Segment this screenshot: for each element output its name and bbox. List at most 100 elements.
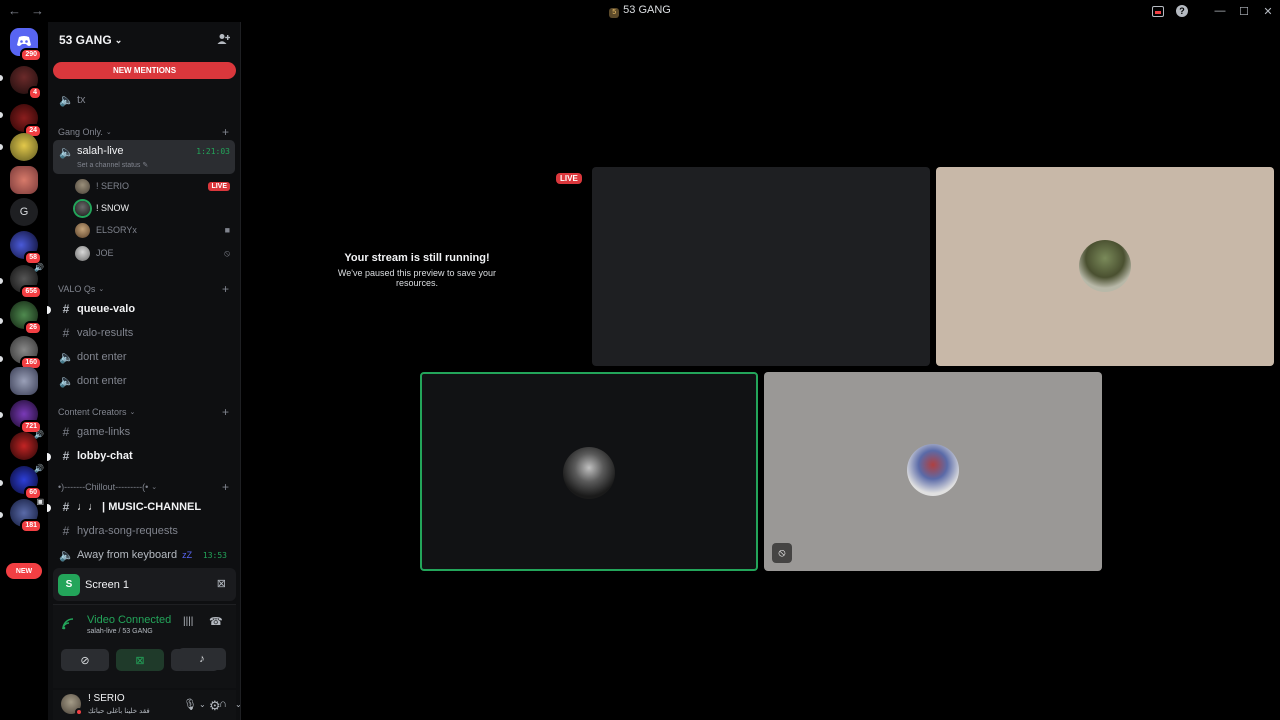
server-icon-g[interactable]: G (10, 198, 38, 226)
server-icon[interactable]: ▣ 181 (10, 497, 44, 533)
server-icon[interactable] (10, 133, 38, 161)
server-icon[interactable]: 160 (10, 336, 42, 370)
channel-status-text: Set a channel status (77, 162, 141, 169)
toggle-camera-button[interactable]: ⊘ (61, 649, 109, 671)
new-mentions-banner[interactable]: NEW MENTIONS (53, 62, 236, 79)
category-content-creators[interactable]: Content Creators ⌄ + (53, 404, 235, 420)
voice-user-joe[interactable]: JOE ⦸ (75, 243, 235, 263)
server-icon[interactable]: 721 (10, 400, 42, 434)
server-icon[interactable]: 24 (10, 104, 42, 138)
server-icon[interactable]: 58 (10, 231, 42, 265)
channel-name: hydra-song-requests (77, 525, 178, 537)
channel-name: game-links (77, 426, 131, 438)
server-icon[interactable]: 26 (10, 301, 42, 335)
video-tile-user[interactable] (936, 167, 1274, 366)
stop-streaming-icon[interactable]: ⊠ (217, 577, 226, 590)
window-title: 5 53 GANG (0, 4, 1280, 18)
video-camera-icon: ■ (224, 225, 230, 235)
title-bar: ← → 5 53 GANG ? — ☐ ✕ (0, 0, 1280, 22)
user-avatar (1079, 240, 1131, 292)
channel-status[interactable]: Set a channel status ✎ (77, 161, 148, 169)
gear-icon[interactable]: ⚙ (209, 698, 221, 714)
server-icon[interactable]: 🔊 60 (10, 464, 44, 500)
text-channel-game-links[interactable]: # game-links (53, 421, 235, 443)
close-button[interactable]: ✕ (1256, 0, 1280, 22)
voice-channel-afk[interactable]: 🔈 Away from keyboard zZ 13:53 (53, 544, 235, 566)
guild-header[interactable]: 53 GANG ⌄ (48, 22, 241, 58)
server-icon[interactable]: 🔊 656 (10, 263, 44, 299)
voice-user-snow[interactable]: ! SNOW (75, 198, 235, 218)
text-channel-music[interactable]: # ♩♩ | MUSIC-CHANNEL (47, 496, 235, 518)
voice-status[interactable]: Video Connected (87, 614, 171, 626)
invite-people-icon[interactable] (217, 33, 231, 48)
video-tile-speaking[interactable] (420, 372, 758, 571)
speaker-icon: 🔈 (59, 145, 74, 159)
add-channel-icon[interactable]: + (222, 405, 229, 419)
forward-arrow-icon[interactable]: → (31, 3, 44, 18)
history-nav: ← → (8, 3, 44, 18)
connection-signal-icon[interactable] (62, 618, 74, 633)
voice-location[interactable]: salah-live / 53 GANG (87, 628, 153, 635)
mention-badge: 290 (20, 48, 42, 62)
unread-pill (0, 75, 3, 81)
help-icon[interactable]: ? (1170, 0, 1194, 22)
video-tile-muted-user[interactable]: ⦸ (764, 372, 1102, 571)
screen-share-button[interactable]: ⊠ (116, 649, 164, 671)
back-arrow-icon[interactable]: ← (8, 3, 21, 18)
channel-name: queue-valo (77, 303, 136, 315)
text-channel-lobby-chat[interactable]: # lobby-chat (47, 445, 235, 467)
server-icon[interactable]: 🔊 (10, 430, 44, 460)
disconnect-icon[interactable]: ☎ (209, 615, 223, 628)
server-icon[interactable] (10, 166, 38, 194)
unread-pill (0, 318, 3, 324)
call-timer: 1:21:03 (196, 147, 230, 156)
soundboard-button[interactable]: ♪ (178, 648, 226, 670)
noise-suppression-icon[interactable]: |||| (183, 616, 193, 627)
unread-pill (0, 512, 3, 518)
server-icon[interactable] (10, 367, 38, 395)
channel-name: dont enter (77, 351, 127, 363)
hashtag-icon: # (62, 500, 70, 514)
chevron-down-icon: ⌄ (129, 409, 136, 416)
video-stage: Your stream is still running! We've paus… (242, 22, 1280, 720)
category-valo-qs[interactable]: VALO Qs ⌄ + (53, 281, 235, 297)
category-gang-only[interactable]: Gang Only. ⌄ + (53, 124, 235, 140)
maximize-button[interactable]: ☐ (1232, 0, 1256, 22)
user-avatar (563, 447, 615, 499)
voice-user-elsoryx[interactable]: ELSORYx ■ (75, 220, 235, 240)
minimize-button[interactable]: — (1208, 0, 1232, 22)
voice-speaker-icon: 🔊 (34, 263, 44, 272)
video-tile-empty[interactable] (592, 167, 930, 366)
unread-pill (0, 480, 3, 486)
voice-user-serio[interactable]: ! SERIO LIVE (75, 176, 235, 196)
chevron-down-icon[interactable]: ⌄ (235, 700, 242, 709)
chevron-down-icon[interactable]: ⌄ (199, 700, 206, 709)
stream-paused-notice: Your stream is still running! We've paus… (316, 252, 518, 288)
new-unreads-button[interactable]: NEW (6, 563, 42, 579)
dm-home-icon[interactable]: 290 (10, 28, 42, 62)
inbox-icon[interactable] (1146, 0, 1170, 22)
voice-channel-salah-live[interactable]: 🔈 salah-live 1:21:03 Set a channel statu… (53, 140, 235, 174)
dnd-status-dot (75, 708, 83, 716)
unread-pill (0, 144, 3, 150)
voice-channel-tx[interactable]: 🔈 tx (53, 89, 235, 111)
category-chillout[interactable]: •)-------Chillout---------(• ⌄ + (53, 479, 235, 495)
channel-sidebar: 53 GANG ⌄ NEW MENTIONS 🔈 tx Gang Only. ⌄… (47, 22, 242, 720)
text-channel-queue-valo[interactable]: # queue-valo (47, 298, 235, 320)
server-icon[interactable]: 4 (10, 66, 42, 100)
add-channel-icon[interactable]: + (222, 125, 229, 139)
text-channel-hydra-song-requests[interactable]: # hydra-song-requests (53, 520, 235, 542)
add-channel-icon[interactable]: + (222, 480, 229, 494)
guild-icon: 5 (609, 8, 620, 18)
voice-channel-dont-enter-1[interactable]: 🔈 dont enter (53, 346, 235, 368)
category-name: Content Creators (58, 407, 127, 417)
screen-share-label: Screen 1 (85, 578, 130, 591)
soundboard-icon: ♪ (199, 653, 205, 665)
username[interactable]: ! SERIO (88, 693, 125, 704)
voice-channel-dont-enter-2[interactable]: 🔈 dont enter (53, 370, 235, 392)
microphone-icon[interactable]: 🎙 (183, 698, 197, 711)
add-channel-icon[interactable]: + (222, 282, 229, 296)
voice-speaker-icon: 🔊 (34, 430, 44, 439)
text-channel-valo-results[interactable]: # valo-results (53, 322, 235, 344)
afk-timer: 13:53 (202, 550, 227, 560)
